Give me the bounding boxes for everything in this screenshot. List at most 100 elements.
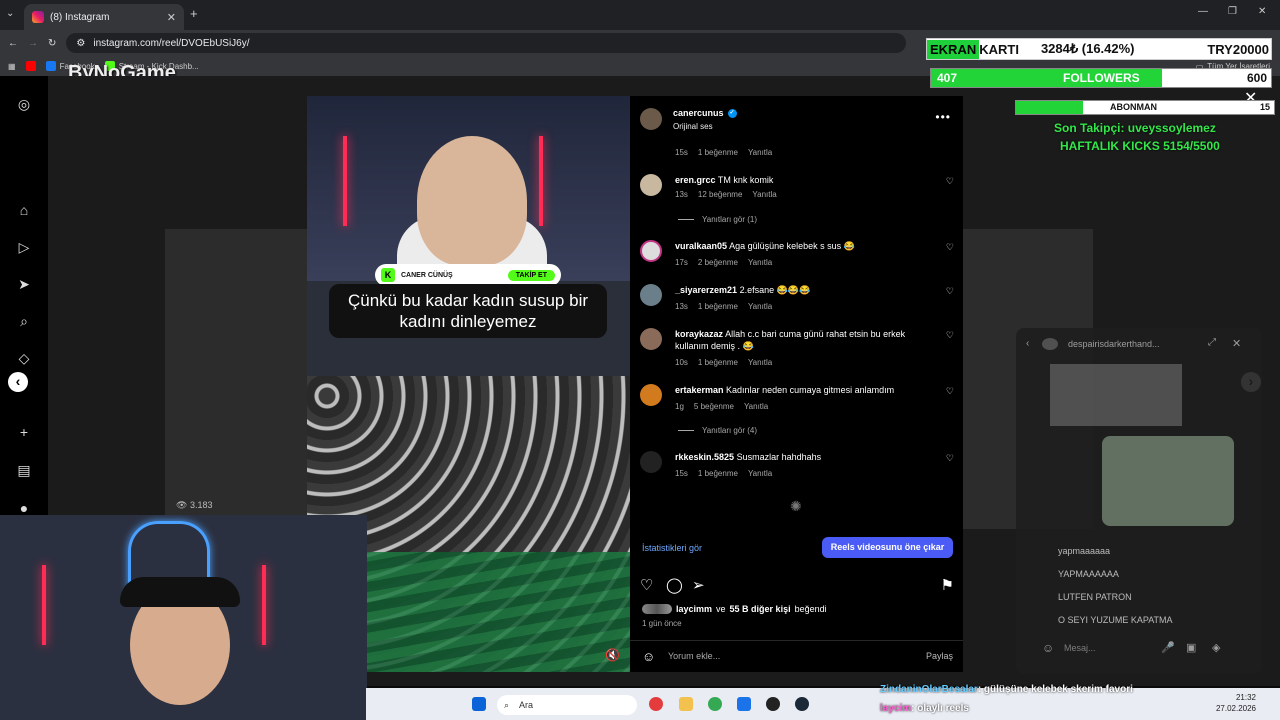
like-comment-icon[interactable]: ♡ <box>946 242 954 253</box>
boost-reel-button[interactable]: Reels videosunu öne çıkar <box>822 537 953 558</box>
reply-button[interactable]: Yanıtla <box>748 302 772 311</box>
start-icon[interactable] <box>472 697 486 711</box>
liker-username[interactable]: laycimm <box>676 604 712 614</box>
tab-list-icon[interactable]: ⌄ <box>6 8 14 19</box>
comment-avatar[interactable] <box>640 174 662 196</box>
reply-button[interactable]: Yanıtla <box>748 469 772 478</box>
comment-likes[interactable]: 12 beğenme <box>698 190 742 199</box>
view-replies[interactable]: Yanıtları gör (4) <box>678 426 757 435</box>
comment-avatar[interactable] <box>640 384 662 406</box>
dm-close-icon[interactable]: ✕ <box>1232 337 1241 350</box>
chrome-icon[interactable] <box>708 697 722 711</box>
bookmark-youtube[interactable] <box>25 61 36 71</box>
like-comment-icon[interactable]: ♡ <box>946 453 954 464</box>
comment-likes[interactable]: 1 beğenme <box>698 302 738 311</box>
comment-avatar[interactable] <box>640 240 662 262</box>
reply-button[interactable]: Yanıtla <box>752 190 776 199</box>
address-bar[interactable]: ⚙ instagram.com/reel/DVOEbUSiJ6y/ <box>66 33 907 53</box>
dashboard-icon[interactable]: ▤ <box>16 462 32 478</box>
prev-reel-button[interactable]: ‹ <box>8 372 28 392</box>
dm-back-icon[interactable]: ‹ <box>1026 338 1029 349</box>
obs-icon[interactable] <box>766 697 780 711</box>
dm-emoji-icon[interactable]: ☺ <box>1042 641 1054 655</box>
minimize-icon[interactable]: — <box>1198 6 1208 17</box>
author-avatar[interactable] <box>640 108 662 130</box>
apps-icon[interactable]: ▦ <box>8 62 16 71</box>
comment-avatar[interactable] <box>640 451 662 473</box>
home-icon[interactable]: ⌂ <box>16 202 32 218</box>
comment-input[interactable]: Yorum ekle... <box>668 651 720 661</box>
comment-avatar[interactable] <box>640 328 662 350</box>
dm-popup: ‹ despairisdarkerthand... ⤢ ✕ yapmaaaaaa… <box>1016 328 1262 674</box>
like-comment-icon[interactable]: ♡ <box>946 286 954 297</box>
search-icon[interactable]: ⌕ <box>16 313 32 329</box>
forward-icon[interactable]: → <box>28 38 38 49</box>
settings-icon[interactable] <box>737 697 751 711</box>
bandana <box>120 577 240 607</box>
site-info-icon[interactable]: ⚙ <box>76 38 85 49</box>
sticker-icon[interactable]: ◈ <box>1212 641 1220 654</box>
dm-message-input[interactable]: Mesaj... <box>1064 643 1096 653</box>
create-icon[interactable]: + <box>16 424 32 440</box>
comment-username[interactable]: koraykazaz <box>675 329 723 339</box>
close-tab-icon[interactable]: ✕ <box>167 11 176 24</box>
neon-light <box>262 565 266 645</box>
reply-button[interactable]: Yanıtla <box>748 358 772 367</box>
comment-username[interactable]: _siyarerzem21 <box>675 285 737 295</box>
more-options-icon[interactable]: ••• <box>935 110 951 124</box>
tab-instagram[interactable]: (8) Instagram ✕ <box>24 4 184 30</box>
comment-avatar[interactable] <box>640 284 662 306</box>
comment-username[interactable]: ertakerman <box>675 385 724 395</box>
dm-media-2[interactable] <box>1102 436 1234 526</box>
liked-count[interactable]: 55 B diğer kişi <box>730 604 791 614</box>
like-icon[interactable]: ♡ <box>640 576 653 594</box>
emoji-icon[interactable]: ☺ <box>642 649 655 664</box>
reels-icon[interactable]: ▷ <box>16 239 32 255</box>
like-comment-icon[interactable]: ♡ <box>946 176 954 187</box>
reply-button[interactable]: Yanıtla <box>744 402 768 411</box>
mic-icon[interactable]: 🎤 <box>1161 641 1175 654</box>
view-insights-link[interactable]: İstatistikleri gör <box>642 543 702 553</box>
dm-media-1[interactable] <box>1050 364 1182 426</box>
new-tab-icon[interactable]: + <box>190 6 198 21</box>
restore-icon[interactable]: ❐ <box>1228 6 1237 17</box>
comment-username[interactable]: eren.grcc <box>675 175 716 185</box>
comment-icon[interactable]: ◯ <box>666 576 683 594</box>
comment-username[interactable]: vuralkaan05 <box>675 241 727 251</box>
system-clock[interactable]: 21:32 27.02.2026 <box>1216 692 1256 714</box>
media-app-icon[interactable] <box>649 697 663 711</box>
taskbar-search[interactable]: ⌕ Ara <box>497 695 637 715</box>
share-icon[interactable]: ➢ <box>692 576 705 594</box>
comment-username[interactable]: rkkeskin.5825 <box>675 452 734 462</box>
view-replies[interactable]: Yanıtları gör (1) <box>678 215 757 224</box>
save-icon[interactable]: ⚑ <box>941 576 954 594</box>
comment-time: 15s <box>675 148 688 157</box>
author-username[interactable]: canercunus <box>673 108 724 118</box>
direct-icon[interactable]: ➤ <box>16 276 32 292</box>
back-icon[interactable]: ← <box>8 38 18 49</box>
comment-likes[interactable]: 1 beğenme <box>698 358 738 367</box>
explore-icon[interactable]: ◇ <box>16 350 32 366</box>
reply-button[interactable]: Yanıtla <box>748 148 772 157</box>
reply-button[interactable]: Yanıtla <box>748 258 772 267</box>
image-icon[interactable]: ▣ <box>1186 641 1196 654</box>
dm-title[interactable]: despairisdarkerthand... <box>1068 339 1160 349</box>
comment-likes[interactable]: 1 beğenme <box>698 148 738 157</box>
close-window-icon[interactable]: ✕ <box>1258 6 1266 17</box>
comment-likes[interactable]: 5 beğenme <box>694 402 734 411</box>
audio-label[interactable]: Orijinal ses <box>673 122 713 131</box>
expand-icon[interactable]: ⤢ <box>1208 337 1216 348</box>
comment-likes[interactable]: 1 beğenme <box>698 469 738 478</box>
like-comment-icon[interactable]: ♡ <box>946 386 954 397</box>
mute-icon[interactable]: 🔇 <box>605 648 620 662</box>
instagram-logo-icon[interactable]: ◎ <box>16 96 32 112</box>
comment-time: 15s <box>675 469 688 478</box>
post-comment-button[interactable]: Paylaş <box>926 651 953 661</box>
comment-likes[interactable]: 2 beğenme <box>698 258 738 267</box>
like-comment-icon[interactable]: ♡ <box>946 330 954 341</box>
steam-icon[interactable] <box>795 697 809 711</box>
author-row[interactable]: canercunus ✓ <box>673 108 737 118</box>
file-explorer-icon[interactable] <box>679 697 693 711</box>
profile-icon[interactable]: ● <box>16 500 32 516</box>
reload-icon[interactable]: ↻ <box>48 38 56 49</box>
